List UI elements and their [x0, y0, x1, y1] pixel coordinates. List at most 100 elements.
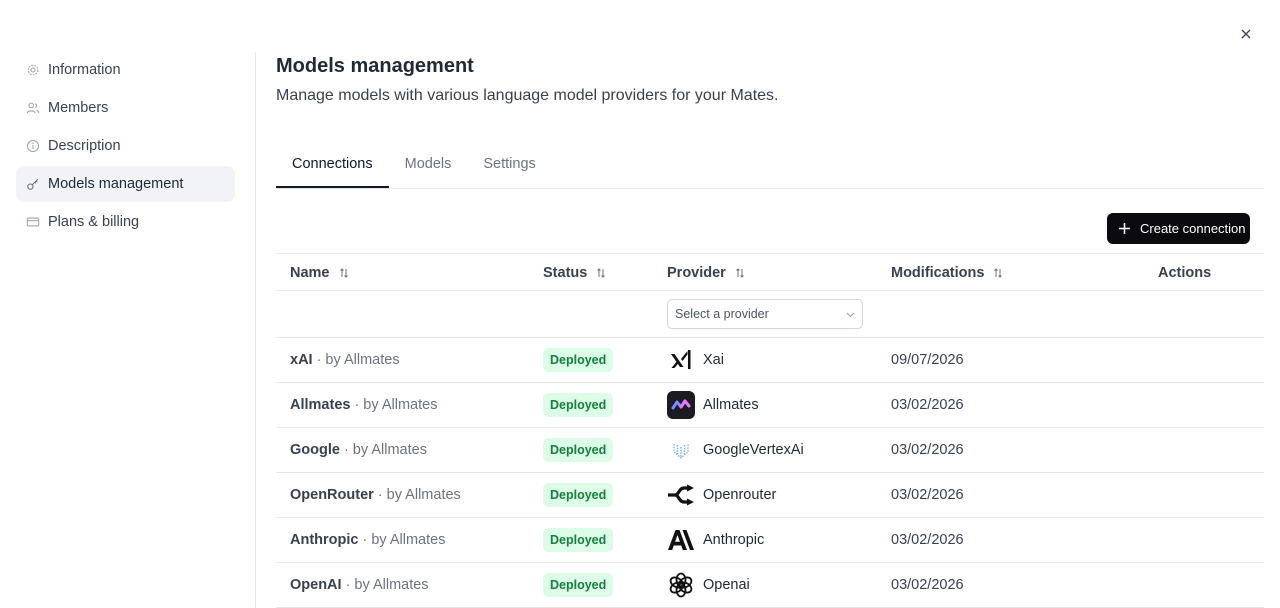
create-connection-label: Create connection [1140, 221, 1246, 236]
connection-owner: · by Allmates [345, 577, 429, 593]
xai-logo-icon [667, 346, 695, 374]
sidebar-item-label: Members [48, 100, 109, 116]
page-subtitle: Manage models with various language mode… [276, 87, 779, 104]
status-badge: Deployed [543, 483, 614, 507]
status-badge: Deployed [543, 393, 614, 417]
connection-owner: · by Allmates [354, 397, 438, 413]
sidebar-item-description[interactable]: Description [16, 128, 235, 164]
anthropic-logo-icon [667, 526, 695, 554]
modified-cell: 03/02/2026 [891, 397, 964, 413]
connection-name: Anthropic [290, 532, 359, 548]
sort-icon[interactable] [339, 267, 349, 278]
connection-name: Google [290, 442, 340, 458]
sidebar-item-label: Description [48, 138, 121, 154]
modified-cell: 03/02/2026 [891, 442, 964, 458]
tab-bar: Connections Models Settings [276, 150, 1264, 189]
provider-cell: Allmates [667, 383, 759, 427]
tab-models[interactable]: Models [389, 150, 468, 188]
connections-table: Name Status Provider Modifications Actio… [276, 253, 1264, 608]
provider-cell: Openrouter [667, 473, 776, 517]
name-cell: OpenRouter · by Allmates [290, 473, 461, 517]
sidebar-item-models-management[interactable]: Models management [16, 166, 235, 202]
connection-name: xAI [290, 352, 313, 368]
connection-owner: · by Allmates [362, 532, 446, 548]
name-cell: Anthropic · by Allmates [290, 518, 445, 562]
status-badge: Deployed [543, 573, 614, 597]
status-cell: Deployed [543, 428, 614, 472]
connection-owner: · by Allmates [343, 442, 427, 458]
sidebar-item-plans-billing[interactable]: Plans & billing [16, 204, 235, 240]
column-header-modifications: Modifications [891, 254, 1003, 291]
column-header-provider: Provider [667, 254, 745, 291]
table-row[interactable]: OpenAI · by Allmates Deployed Openai 03/… [276, 563, 1264, 608]
name-cell: OpenAI · by Allmates [290, 563, 429, 607]
provider-filter-placeholder: Select a provider [675, 307, 769, 321]
openai-logo-icon [667, 571, 695, 599]
provider-name: Anthropic [703, 532, 765, 548]
modified-cell: 03/02/2026 [891, 532, 964, 548]
status-cell: Deployed [543, 518, 614, 562]
users-icon [26, 101, 40, 115]
modified-cell: 03/02/2026 [891, 487, 964, 503]
column-header-status: Status [543, 254, 606, 291]
table-row[interactable]: Anthropic · by Allmates Deployed Anthrop… [276, 518, 1264, 563]
sort-icon[interactable] [596, 267, 606, 278]
sidebar-item-label: Models management [48, 176, 184, 192]
sort-icon[interactable] [735, 267, 745, 278]
column-header-name: Name [290, 254, 349, 291]
tab-settings[interactable]: Settings [467, 150, 551, 188]
sidebar-divider [255, 52, 256, 608]
status-badge: Deployed [543, 348, 614, 372]
info-icon [26, 139, 40, 153]
vertex-ai-logo-icon [667, 436, 695, 464]
connection-name: OpenAI [290, 577, 342, 593]
table-row[interactable]: Google · by Allmates Deployed GoogleVert… [276, 428, 1264, 473]
connection-owner: · by Allmates [377, 487, 461, 503]
allmates-logo-icon [667, 391, 695, 419]
key-icon [26, 177, 40, 191]
tab-connections[interactable]: Connections [276, 150, 389, 188]
page-title: Models management [276, 55, 474, 77]
table-row[interactable]: OpenRouter · by Allmates Deployed Openro… [276, 473, 1264, 518]
credit-card-icon [26, 215, 40, 229]
status-cell: Deployed [543, 338, 614, 382]
name-cell: Google · by Allmates [290, 428, 427, 472]
modified-cell: 03/02/2026 [891, 577, 964, 593]
provider-cell: Openai [667, 563, 750, 607]
table-row[interactable]: xAI · by Allmates Deployed Xai 09/07/202… [276, 338, 1264, 383]
connection-name: OpenRouter [290, 487, 374, 503]
status-badge: Deployed [543, 528, 614, 552]
create-connection-button[interactable]: Create connection [1107, 213, 1250, 244]
provider-name: GoogleVertexAi [703, 442, 804, 458]
modified-cell: 09/07/2026 [891, 352, 964, 368]
status-badge: Deployed [543, 438, 614, 462]
table-header: Name Status Provider Modifications Actio… [276, 253, 1264, 291]
provider-cell: GoogleVertexAi [667, 428, 804, 472]
sidebar-item-members[interactable]: Members [16, 90, 235, 126]
connection-name: Allmates [290, 397, 351, 413]
provider-cell: Anthropic [667, 518, 764, 562]
status-cell: Deployed [543, 383, 614, 427]
sidebar: Information Members Description Models m… [16, 52, 235, 242]
name-cell: Allmates · by Allmates [290, 383, 437, 427]
openrouter-logo-icon [667, 481, 695, 509]
provider-name: Openrouter [703, 487, 777, 503]
close-icon [1241, 26, 1251, 44]
connection-owner: · by Allmates [316, 352, 400, 368]
provider-filter-select[interactable]: Select a provider [667, 299, 863, 329]
table-row[interactable]: Allmates · by Allmates Deployed Allmates… [276, 383, 1264, 428]
name-cell: xAI · by Allmates [290, 338, 400, 382]
provider-cell: Xai [667, 338, 724, 382]
status-cell: Deployed [543, 563, 614, 607]
status-cell: Deployed [543, 473, 614, 517]
close-button[interactable] [1237, 26, 1255, 44]
provider-name: Xai [703, 352, 724, 368]
gear-icon [26, 63, 40, 77]
provider-name: Allmates [703, 397, 759, 413]
plus-icon [1117, 222, 1131, 236]
sidebar-item-label: Information [48, 62, 121, 78]
sidebar-item-information[interactable]: Information [16, 52, 235, 88]
filter-row: Select a provider [276, 291, 1264, 338]
column-header-actions: Actions [1158, 264, 1212, 281]
sort-icon[interactable] [993, 267, 1003, 278]
